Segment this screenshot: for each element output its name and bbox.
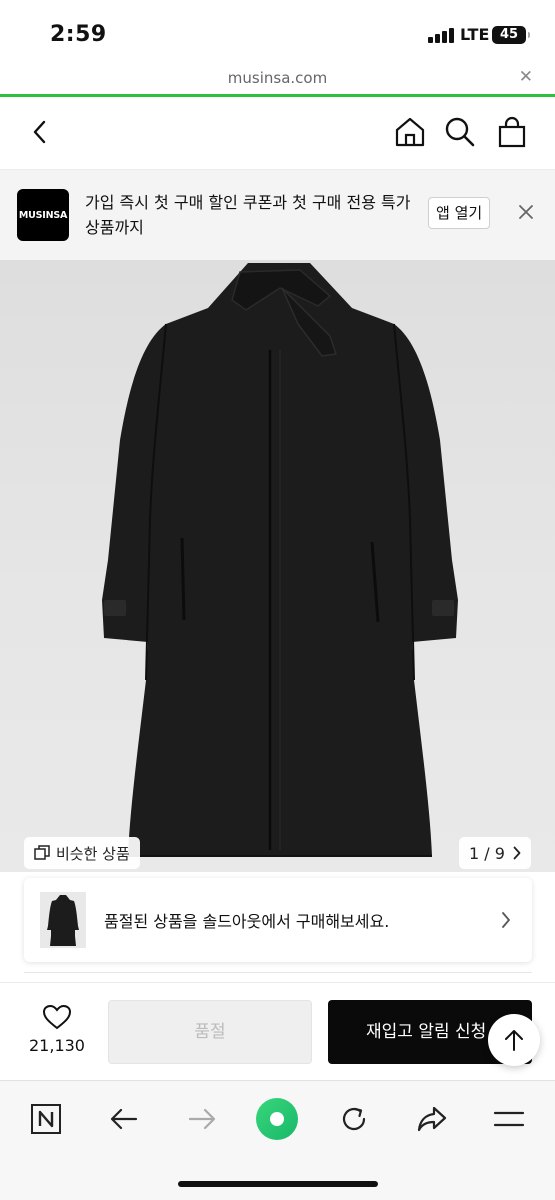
musinsa-logo: MUSINSA: [17, 189, 69, 241]
status-time: 2:59: [50, 22, 107, 47]
home-indicator: [178, 1181, 378, 1187]
copy-icon: [34, 845, 50, 860]
divider: [24, 972, 532, 973]
browser-address-bar[interactable]: musinsa.com ✕: [0, 64, 555, 94]
url-text[interactable]: musinsa.com: [0, 69, 555, 87]
chevron-right-icon: [513, 846, 521, 860]
signal-icon: [428, 27, 456, 43]
shopping-bag-icon[interactable]: [494, 114, 530, 150]
forward-arrow-icon[interactable]: [182, 1099, 222, 1139]
heart-icon: [42, 1004, 72, 1030]
search-icon[interactable]: [442, 114, 478, 150]
soldout-button[interactable]: 품절: [108, 1000, 312, 1064]
pager-text: 1 / 9: [469, 843, 505, 863]
close-icon[interactable]: ✕: [519, 67, 533, 87]
progress-fill: [0, 94, 555, 97]
network-label: LTE: [460, 25, 490, 44]
menu-icon[interactable]: [489, 1099, 529, 1139]
product-thumbnail: [40, 892, 86, 948]
similar-items-label: 비슷한 상품: [56, 844, 130, 863]
page-load-progress: [0, 94, 555, 97]
open-app-button[interactable]: 앱 열기: [428, 197, 491, 229]
like-count: 21,130: [29, 1036, 85, 1055]
scroll-to-top-button[interactable]: [488, 1014, 540, 1066]
refresh-icon[interactable]: [334, 1099, 374, 1139]
arrow-up-icon: [505, 1030, 523, 1051]
status-bar: 2:59 LTE 45: [0, 0, 555, 64]
soldout-link-card[interactable]: 품절된 상품을 솔드아웃에서 구매해보세요.: [24, 878, 532, 962]
home-icon[interactable]: [392, 114, 428, 150]
chevron-right-icon: [500, 910, 512, 930]
battery-icon: 45: [492, 26, 530, 44]
image-pager[interactable]: 1 / 9: [459, 837, 531, 869]
banner-message: 가입 즉시 첫 구매 할인 쿠폰과 첫 구매 전용 특가 상품까지: [85, 193, 411, 237]
product-image[interactable]: [0, 260, 555, 872]
back-arrow-icon[interactable]: [104, 1099, 144, 1139]
app-install-banner: MUSINSA 가입 즉시 첫 구매 할인 쿠폰과 첫 구매 전용 특가 상품까…: [0, 170, 555, 260]
soldout-message: 품절된 상품을 솔드아웃에서 구매해보세요.: [104, 912, 390, 931]
similar-items-button[interactable]: 비슷한 상품: [24, 837, 140, 869]
purchase-bar-border: [0, 982, 555, 983]
green-circle-icon[interactable]: [255, 1097, 299, 1141]
site-header: [0, 98, 555, 170]
back-chevron-icon[interactable]: [22, 114, 58, 150]
share-icon[interactable]: [412, 1099, 452, 1139]
close-banner-icon[interactable]: [517, 203, 535, 221]
naver-n-icon[interactable]: [26, 1099, 66, 1139]
like-button[interactable]: 21,130: [20, 1004, 94, 1055]
